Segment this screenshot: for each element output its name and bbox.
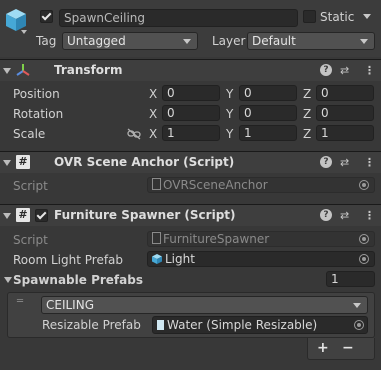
kebab-menu-icon[interactable]: ⋮ — [364, 209, 375, 222]
anchor-title: OVR Scene Anchor (Script) — [54, 155, 235, 169]
axis-x-label: X — [149, 87, 158, 101]
cube-icon[interactable] — [5, 8, 27, 32]
room-light-field[interactable]: Light — [147, 251, 375, 267]
tag-value: Untagged — [67, 34, 126, 48]
spawnable-foldout-icon[interactable] — [4, 277, 12, 283]
rotation-x-field[interactable]: 0 — [162, 105, 220, 121]
axis-z-label: Z — [303, 107, 312, 121]
object-picker-icon[interactable] — [359, 254, 369, 264]
presets-icon[interactable]: ⇄ — [340, 209, 349, 222]
prefab-variant-icon — [157, 320, 164, 330]
add-element-button[interactable]: + — [317, 340, 329, 356]
kebab-menu-icon[interactable]: ⋮ — [364, 156, 375, 169]
rotation-y-field[interactable]: 0 — [239, 105, 297, 121]
spawner-title: Furniture Spawner (Script) — [54, 208, 236, 222]
drag-handle-icon[interactable]: ═ — [17, 297, 23, 307]
transform-body: Position X 0 Y 0 Z 0 Rotation X 0 Y 0 Z … — [0, 81, 381, 147]
spawnable-prefabs-label: Spawnable Prefabs — [13, 273, 143, 287]
object-name-field[interactable]: SpawnCeiling — [59, 9, 298, 27]
axis-y-label: Y — [226, 107, 234, 121]
foldout-icon[interactable] — [3, 213, 11, 219]
object-picker-icon — [359, 180, 369, 190]
spawner-body: Script FurnitureSpawner Room Light Prefa… — [0, 226, 381, 370]
transform-header[interactable]: Transform ? ⇄ ⋮ — [0, 59, 381, 81]
spawner-enabled-checkbox[interactable] — [35, 209, 48, 222]
static-label: Static — [320, 10, 355, 24]
position-x-field[interactable]: 0 — [162, 85, 220, 101]
rotation-z-field[interactable]: 0 — [316, 105, 374, 121]
anchor-header[interactable]: # OVR Scene Anchor (Script) ? ⇄ ⋮ — [0, 151, 381, 173]
position-label: Position — [13, 87, 60, 101]
resizable-prefab-value: Water (Simple Resizable) — [167, 318, 318, 332]
chevron-down-icon — [360, 39, 368, 44]
transform-title: Transform — [54, 63, 123, 77]
axis-x-label: X — [149, 107, 158, 121]
scale-z-field[interactable]: 1 — [316, 125, 374, 141]
anchor-script-field: OVRSceneAnchor — [147, 177, 375, 193]
help-icon[interactable]: ? — [320, 156, 332, 168]
remove-element-button[interactable]: − — [342, 340, 354, 356]
axis-y-label: Y — [226, 87, 234, 101]
kebab-menu-icon[interactable]: ⋮ — [364, 64, 375, 77]
presets-icon[interactable]: ⇄ — [340, 64, 349, 77]
chevron-down-icon — [353, 303, 361, 308]
resizable-prefab-label: Resizable Prefab — [42, 318, 141, 332]
anchor-body: Script OVRSceneAnchor — [0, 173, 381, 199]
active-checkbox[interactable] — [40, 10, 53, 23]
static-dropdown-arrow[interactable] — [363, 14, 371, 19]
script-hash-icon: # — [16, 208, 30, 222]
presets-icon[interactable]: ⇄ — [340, 156, 349, 169]
layer-value: Default — [252, 34, 296, 48]
anchor-script-value: OVRSceneAnchor — [163, 178, 268, 192]
axis-y-label: Y — [226, 127, 234, 141]
spawner-script-field: FurnitureSpawner — [147, 231, 375, 247]
layer-label: Layer — [212, 34, 246, 48]
cube-menu-arrow[interactable] — [21, 30, 27, 34]
chevron-down-icon — [183, 39, 191, 44]
scale-y-field[interactable]: 1 — [239, 125, 297, 141]
axis-x-label: X — [149, 127, 158, 141]
rotation-label: Rotation — [13, 107, 64, 121]
constrain-proportions-icon[interactable] — [127, 128, 141, 140]
spawnable-count-field[interactable]: 1 — [326, 271, 375, 287]
script-hash-icon: # — [16, 155, 30, 169]
element-label-dropdown[interactable]: CEILING — [41, 296, 368, 314]
tag-dropdown[interactable]: Untagged — [62, 32, 198, 50]
element-label-value: CEILING — [46, 298, 94, 312]
scale-x-field[interactable]: 1 — [162, 125, 220, 141]
script-file-icon — [152, 232, 161, 244]
scale-label: Scale — [13, 127, 46, 141]
tag-label: Tag — [36, 34, 57, 48]
axis-z-label: Z — [303, 87, 312, 101]
position-z-field[interactable]: 0 — [316, 85, 374, 101]
script-label: Script — [13, 179, 48, 193]
static-checkbox[interactable] — [303, 10, 316, 23]
script-file-icon — [152, 178, 161, 190]
object-picker-icon — [359, 234, 369, 244]
spawner-header[interactable]: # Furniture Spawner (Script) ? ⇄ ⋮ — [0, 204, 381, 226]
position-y-field[interactable]: 0 — [239, 85, 297, 101]
object-header: SpawnCeiling Static Tag Untagged Layer D… — [0, 0, 381, 57]
axis-z-label: Z — [303, 127, 312, 141]
layer-dropdown[interactable]: Default — [247, 32, 375, 50]
foldout-icon[interactable] — [3, 160, 11, 166]
room-light-label: Room Light Prefab — [13, 253, 124, 267]
help-icon[interactable]: ? — [320, 209, 332, 221]
foldout-icon[interactable] — [3, 68, 11, 74]
prefab-cube-icon — [152, 254, 162, 264]
transform-axes-icon — [16, 64, 30, 76]
script-label: Script — [13, 233, 48, 247]
resizable-prefab-field[interactable]: Water (Simple Resizable) — [152, 316, 368, 334]
spawner-script-value: FurnitureSpawner — [163, 232, 270, 246]
object-picker-icon[interactable] — [354, 320, 364, 330]
spawnable-list: ═ CEILING Resizable Prefab Water (Simple… — [7, 292, 375, 338]
help-icon[interactable]: ? — [320, 64, 332, 76]
room-light-value: Light — [165, 252, 195, 266]
